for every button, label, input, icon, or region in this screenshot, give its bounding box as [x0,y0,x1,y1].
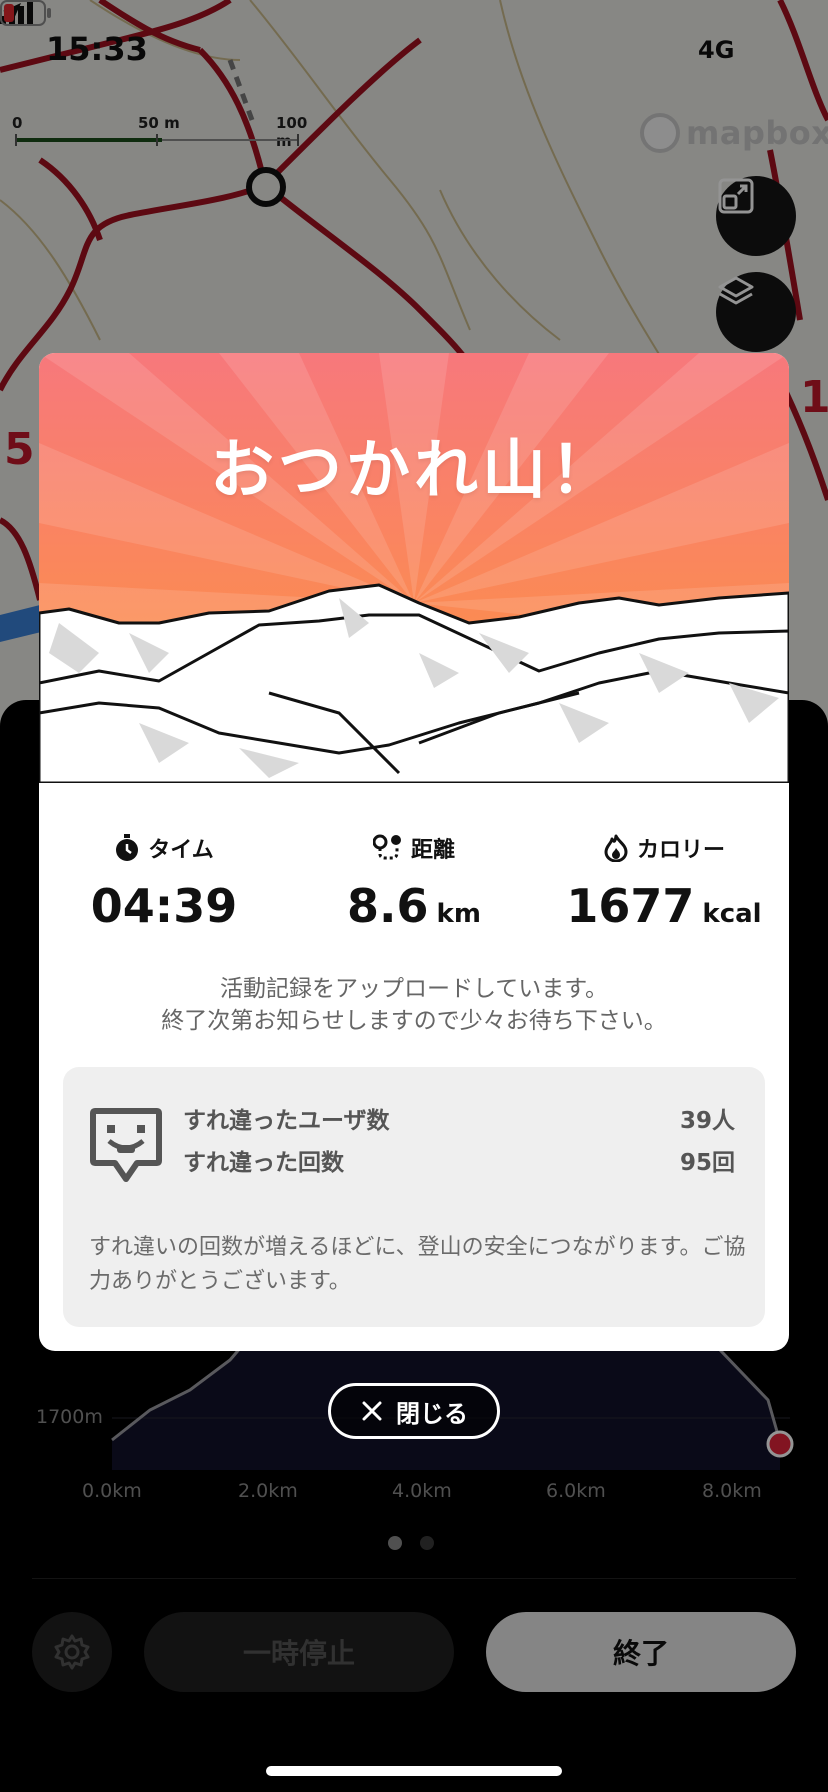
passed-users-label: すれ違ったユーザ数 [183,1108,390,1134]
home-indicator[interactable] [266,1766,562,1776]
modal-title: おつかれ山！ [210,434,618,508]
hero-illustration: おつかれ山！ [39,353,789,783]
stat-distance-label: 距離 [410,838,455,863]
flame-icon [604,834,628,862]
upload-message-line-1: 活動記録をアップロードしています。 [219,976,608,1002]
passed-count-label: すれ違った回数 [183,1150,344,1176]
activity-stats: タイム 04:39 距離 8.6 km カロリー 1677 kcal [39,831,789,941]
stat-distance-value: 8.6 [347,879,429,933]
close-icon [362,1401,382,1421]
stat-time-value: 04:39 [90,879,238,933]
stat-calorie-unit: kcal [702,899,762,929]
stat-calorie-value: 1677 [566,879,695,933]
close-button-label: 閉じる [396,1399,468,1428]
stat-time-label: タイム [148,838,214,863]
mountain-sunburst-illustration [39,353,789,783]
passed-count-row: すれ違った回数 95回 [183,1143,735,1177]
route-icon [372,834,401,860]
upload-message-line-2: 終了次第お知らせしますので少々お待ち下さい。 [161,1008,667,1034]
stat-distance-unit: km [436,899,481,929]
screen: 15:33 4G 0 50 m 100 mapbox 5 1 1700m 0.0… [0,0,828,1792]
passed-users-value: 39人 [679,1108,735,1134]
stat-calorie: カロリー 1677 kcal [539,831,789,933]
face-badge-icon [90,1108,162,1182]
stat-time: タイム 04:39 [39,831,289,933]
stat-distance: 距離 8.6 km [289,831,539,933]
passed-count-value: 95回 [679,1150,735,1176]
stat-calorie-label: カロリー [636,838,725,863]
close-button[interactable]: 閉じる [328,1383,500,1439]
upload-message: 活動記録をアップロードしています。 終了次第お知らせしますので少々お待ち下さい。 [39,973,789,1037]
passing-note: すれ違いの回数が増えるほどに、登山の安全につながります。ご協力ありがとうございま… [89,1235,746,1294]
passing-info-card: すれ違ったユーザ数 39人 すれ違った回数 95回 すれ違いの回数が増えるほどに… [63,1067,765,1327]
completion-modal: おつかれ山！ タイム 04:39 距離 8.6 km カロリー 1677 kca… [39,353,789,1351]
passed-users-row: すれ違ったユーザ数 39人 [183,1101,735,1135]
stopwatch-icon [116,834,139,861]
